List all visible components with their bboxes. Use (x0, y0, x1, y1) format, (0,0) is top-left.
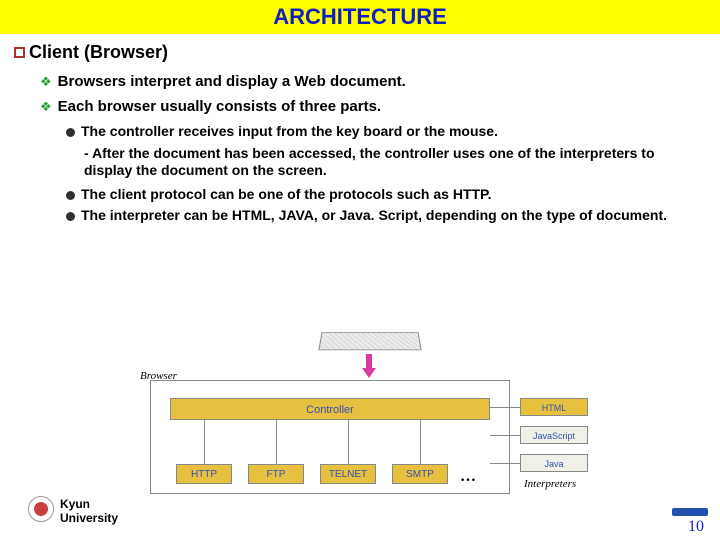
connector-line (490, 463, 520, 464)
protocol-box: TELNET (320, 464, 376, 484)
ellipsis-icon: … (460, 468, 476, 486)
bullet-lvl2: ❖ Each browser usually consists of three… (40, 98, 706, 115)
diamond-bullet-icon: ❖ (40, 74, 52, 90)
university-line2: University (60, 511, 118, 525)
bullet-text: The interpreter can be HTML, JAVA, or Ja… (81, 207, 667, 225)
protocol-box: FTP (248, 464, 304, 484)
connector-line (204, 420, 205, 464)
interpreter-box: HTML (520, 398, 588, 416)
page-decoration-bar (672, 508, 708, 516)
section-heading-text: Client (Browser) (29, 42, 168, 63)
bullet-lvl3: The interpreter can be HTML, JAVA, or Ja… (66, 207, 706, 225)
bullet-lvl3: The controller receives input from the k… (66, 123, 706, 141)
bullet-lvl2: ❖ Browsers interpret and display a Web d… (40, 73, 706, 90)
content-area: Client (Browser) ❖ Browsers interpret an… (0, 34, 720, 225)
square-bullet-icon (14, 47, 25, 58)
bullet-lvl3: The client protocol can be one of the pr… (66, 186, 706, 204)
interpreters-label: Interpreters (524, 478, 576, 490)
section-heading: Client (Browser) (14, 42, 706, 63)
interpreter-box: JavaScript (520, 426, 588, 444)
protocol-box: HTTP (176, 464, 232, 484)
bullet-text: Each browser usually consists of three p… (58, 98, 381, 115)
page-number: 10 (688, 518, 704, 536)
bullet-text: Browsers interpret and display a Web doc… (58, 73, 406, 90)
controller-box: Controller (170, 398, 490, 420)
bullet-text: The client protocol can be one of the pr… (81, 186, 491, 204)
interpreter-box: Java (520, 454, 588, 472)
browser-architecture-diagram: Browser Controller HTTP FTP TELNET SMTP … (140, 330, 600, 500)
disc-bullet-icon (66, 128, 75, 137)
connector-line (490, 435, 520, 436)
university-name: Kyun University (60, 498, 118, 526)
disc-bullet-icon (66, 191, 75, 200)
university-logo-icon (28, 496, 54, 522)
connector-line (420, 420, 421, 464)
bullet-text: The controller receives input from the k… (81, 123, 498, 141)
disc-bullet-icon (66, 212, 75, 221)
connector-line (348, 420, 349, 464)
university-line1: Kyun (60, 497, 90, 511)
connector-line (276, 420, 277, 464)
title-bar: ARCHITECTURE (0, 0, 720, 34)
slide-title: ARCHITECTURE (0, 4, 720, 30)
sub-note: - After the document has been accessed, … (84, 145, 706, 180)
arrow-down-icon (362, 354, 376, 378)
connector-line (490, 407, 520, 408)
diamond-bullet-icon: ❖ (40, 99, 52, 115)
protocol-box: SMTP (392, 464, 448, 484)
keyboard-icon (318, 332, 421, 350)
